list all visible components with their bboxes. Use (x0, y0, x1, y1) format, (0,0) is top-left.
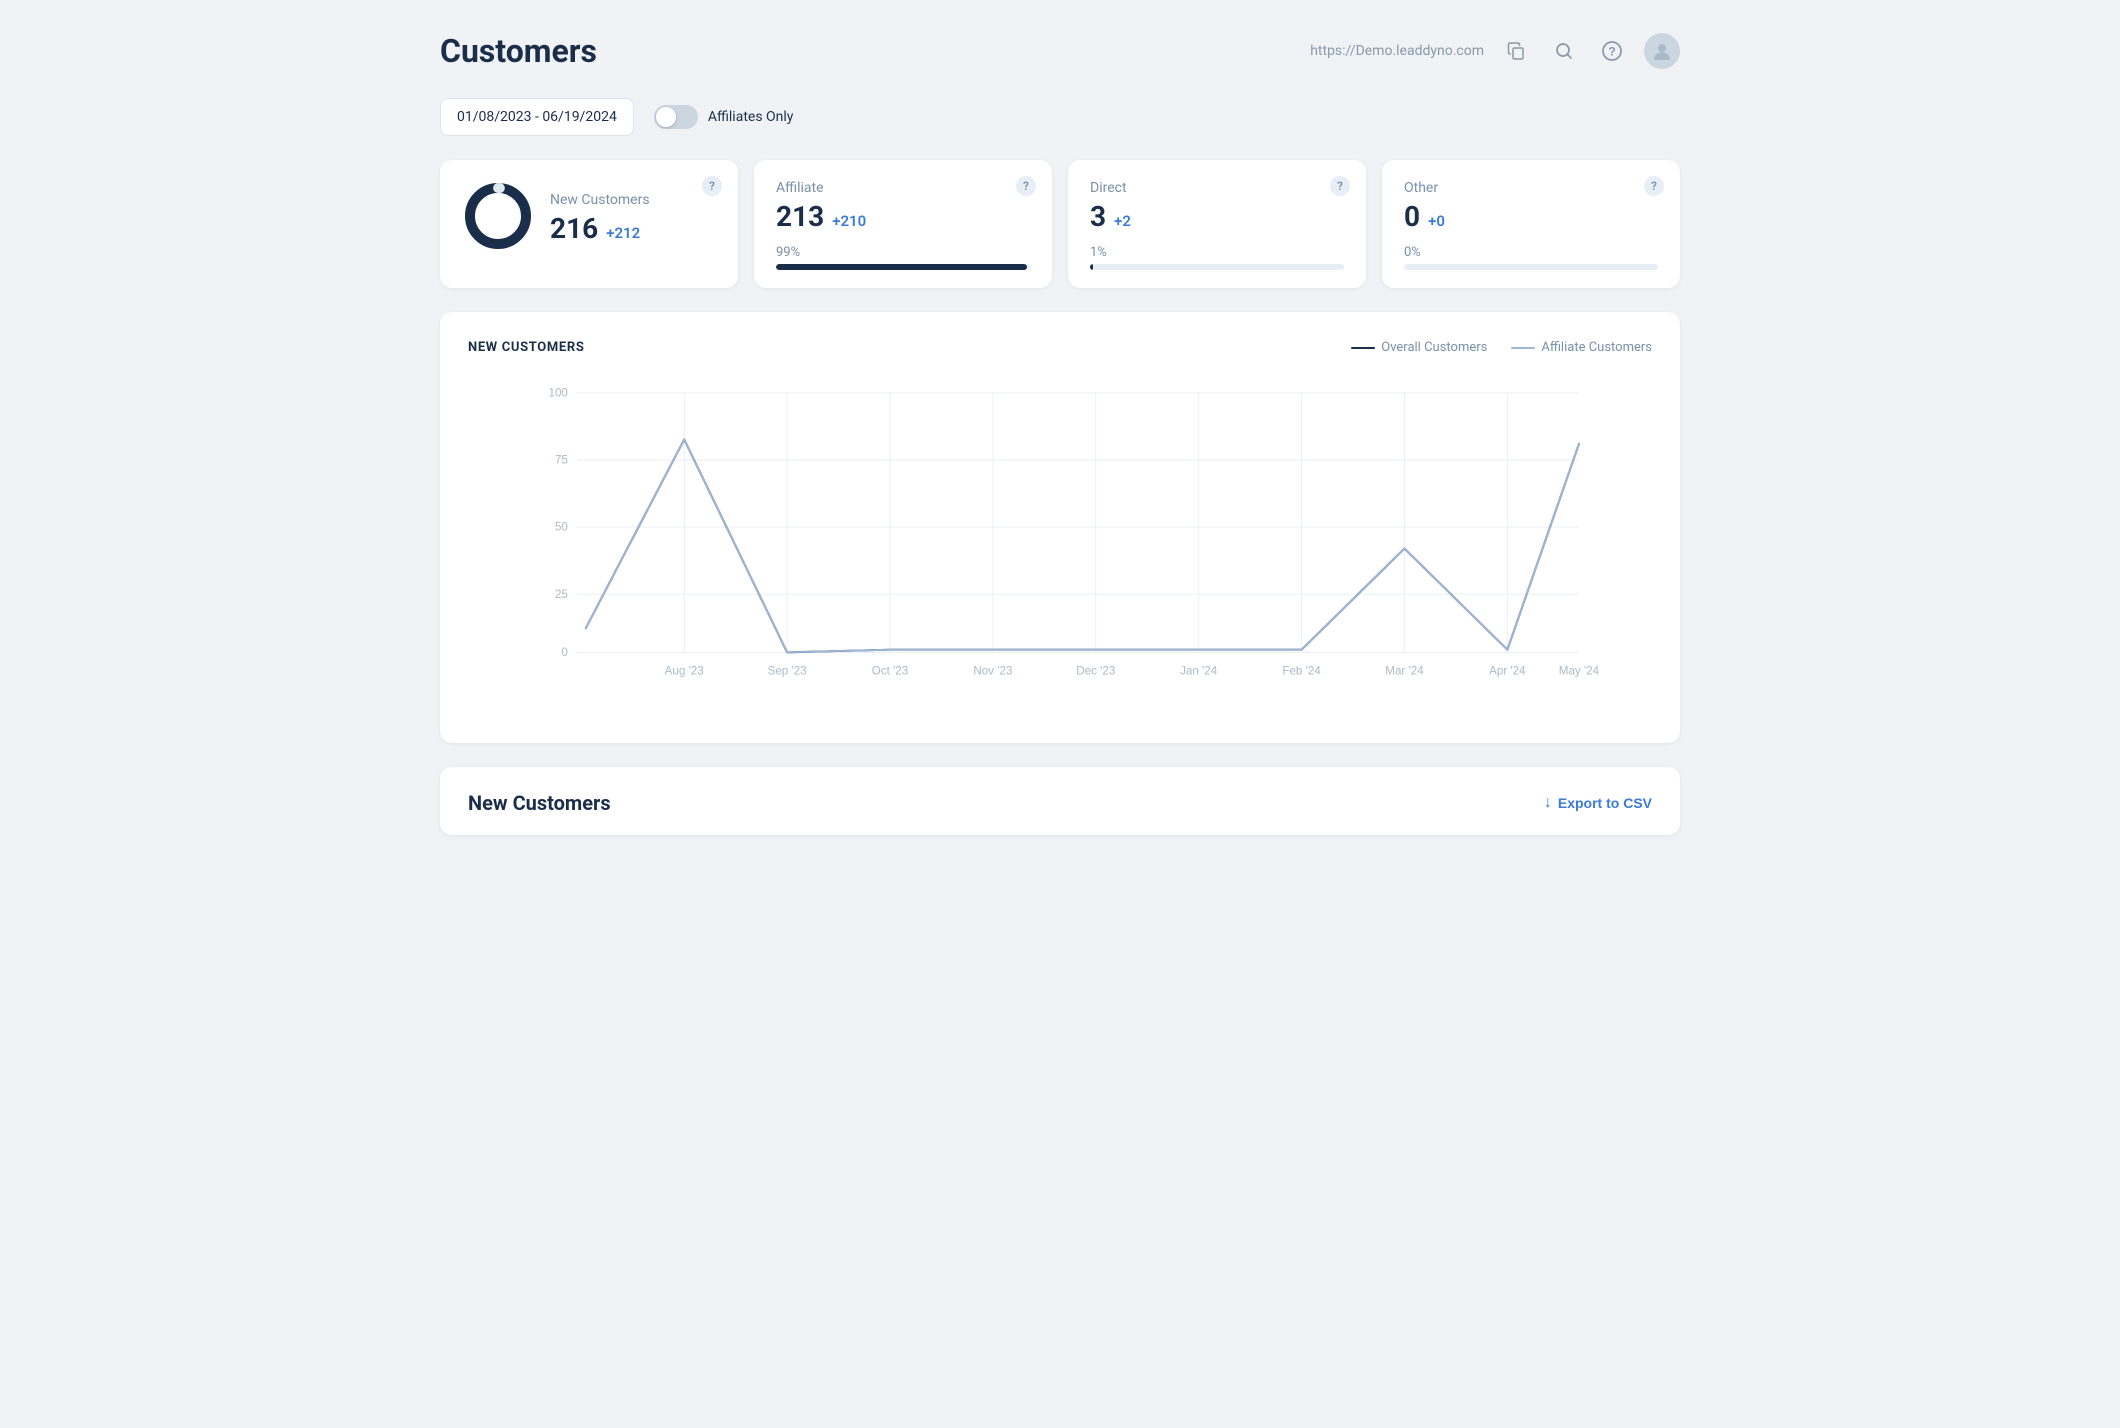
header-url: https://Demo.leaddyno.com (1310, 43, 1484, 59)
svg-text:?: ? (1608, 45, 1615, 59)
table-section: New Customers ↓ Export to CSV (440, 767, 1680, 835)
stat-bar-fill-direct (1090, 264, 1093, 270)
stat-card-new-customers: ? New Customers 216 + (440, 160, 738, 288)
help-tooltip-new-customers[interactable]: ? (702, 176, 722, 196)
stat-delta-affiliate: +210 (832, 212, 866, 230)
stat-delta-other: +0 (1428, 212, 1445, 230)
stat-delta-new-customers: +212 (606, 224, 640, 242)
svg-text:Dec '23: Dec '23 (1076, 665, 1115, 678)
chart-header: NEW CUSTOMERS Overall Customers Affiliat… (468, 340, 1652, 355)
svg-text:Feb '24: Feb '24 (1282, 665, 1321, 678)
svg-text:50: 50 (555, 521, 568, 534)
svg-text:Apr '24: Apr '24 (1489, 665, 1526, 678)
stat-value-other: 0 +0 (1404, 200, 1658, 233)
stat-value-affiliate: 213 +210 (776, 200, 1030, 233)
copy-icon[interactable] (1500, 35, 1532, 67)
stat-delta-direct: +2 (1114, 212, 1131, 230)
help-tooltip-direct[interactable]: ? (1330, 176, 1350, 196)
line-chart: 0 25 50 75 100 Aug '23 Sep '23 Oct '23 N… (468, 375, 1652, 719)
header-actions: https://Demo.leaddyno.com ? (1310, 33, 1680, 69)
svg-text:Jan '24: Jan '24 (1180, 665, 1218, 678)
donut-chart (462, 180, 534, 256)
legend-label-affiliate: Affiliate Customers (1541, 340, 1652, 355)
legend-overall: Overall Customers (1351, 340, 1487, 355)
page-title: Customers (440, 32, 597, 70)
help-tooltip-other[interactable]: ? (1644, 176, 1664, 196)
stat-bar-affiliate: 99% (776, 245, 1030, 270)
export-label: Export to CSV (1558, 795, 1652, 811)
stat-bar-track-affiliate (776, 264, 1030, 270)
stat-bar-track-direct (1090, 264, 1344, 270)
chart-title: NEW CUSTOMERS (468, 340, 585, 355)
svg-text:Mar '24: Mar '24 (1385, 665, 1424, 678)
stat-bar-pct-direct: 1% (1090, 245, 1344, 260)
svg-text:May '24: May '24 (1559, 665, 1600, 678)
help-tooltip-affiliate[interactable]: ? (1016, 176, 1036, 196)
legend-line-overall (1351, 347, 1375, 349)
user-avatar[interactable] (1644, 33, 1680, 69)
svg-text:Nov '23: Nov '23 (973, 665, 1012, 678)
stat-card-other: ? Other 0 +0 0% (1382, 160, 1680, 288)
export-csv-button[interactable]: ↓ Export to CSV (1544, 794, 1652, 812)
date-range-picker[interactable]: 01/08/2023 - 06/19/2024 (440, 98, 634, 136)
legend-affiliate: Affiliate Customers (1511, 340, 1652, 355)
table-title: New Customers (468, 791, 611, 815)
stat-bar-pct-affiliate: 99% (776, 245, 1030, 260)
stat-bar-fill-affiliate (776, 264, 1027, 270)
search-icon[interactable] (1548, 35, 1580, 67)
stat-card-affiliate: ? Affiliate 213 +210 99% (754, 160, 1052, 288)
stat-bar-direct: 1% (1090, 245, 1344, 270)
stat-value-new-customers: 216 +212 (550, 212, 650, 245)
toggle-knob (656, 107, 676, 127)
stat-bar-pct-other: 0% (1404, 245, 1658, 260)
stat-bar-track-other (1404, 264, 1658, 270)
help-icon[interactable]: ? (1596, 35, 1628, 67)
stat-card-direct: ? Direct 3 +2 1% (1068, 160, 1366, 288)
table-header: New Customers ↓ Export to CSV (468, 791, 1652, 815)
stat-label-affiliate: Affiliate (776, 180, 1030, 196)
stat-label-other: Other (1404, 180, 1658, 196)
chart-section: NEW CUSTOMERS Overall Customers Affiliat… (440, 312, 1680, 743)
stat-label-new-customers: New Customers (550, 192, 650, 208)
stat-cards-grid: ? New Customers 216 + (440, 160, 1680, 288)
svg-text:25: 25 (555, 588, 568, 601)
download-icon: ↓ (1544, 794, 1552, 812)
stat-label-direct: Direct (1090, 180, 1344, 196)
chart-legend: Overall Customers Affiliate Customers (1351, 340, 1652, 355)
page-header: Customers https://Demo.leaddyno.com ? (440, 32, 1680, 70)
svg-text:Sep '23: Sep '23 (768, 665, 807, 678)
stat-bar-other: 0% (1404, 245, 1658, 270)
affiliates-toggle-wrap: Affiliates Only (654, 105, 794, 129)
svg-text:Oct '23: Oct '23 (872, 665, 908, 678)
svg-text:75: 75 (555, 454, 568, 467)
svg-text:0: 0 (561, 646, 568, 659)
toggle-label: Affiliates Only (708, 109, 794, 125)
affiliates-toggle[interactable] (654, 105, 698, 129)
svg-text:Aug '23: Aug '23 (665, 665, 704, 678)
stat-value-direct: 3 +2 (1090, 200, 1344, 233)
filter-bar: 01/08/2023 - 06/19/2024 Affiliates Only (440, 98, 1680, 136)
legend-label-overall: Overall Customers (1381, 340, 1487, 355)
legend-line-affiliate (1511, 347, 1535, 349)
svg-text:100: 100 (548, 386, 568, 399)
